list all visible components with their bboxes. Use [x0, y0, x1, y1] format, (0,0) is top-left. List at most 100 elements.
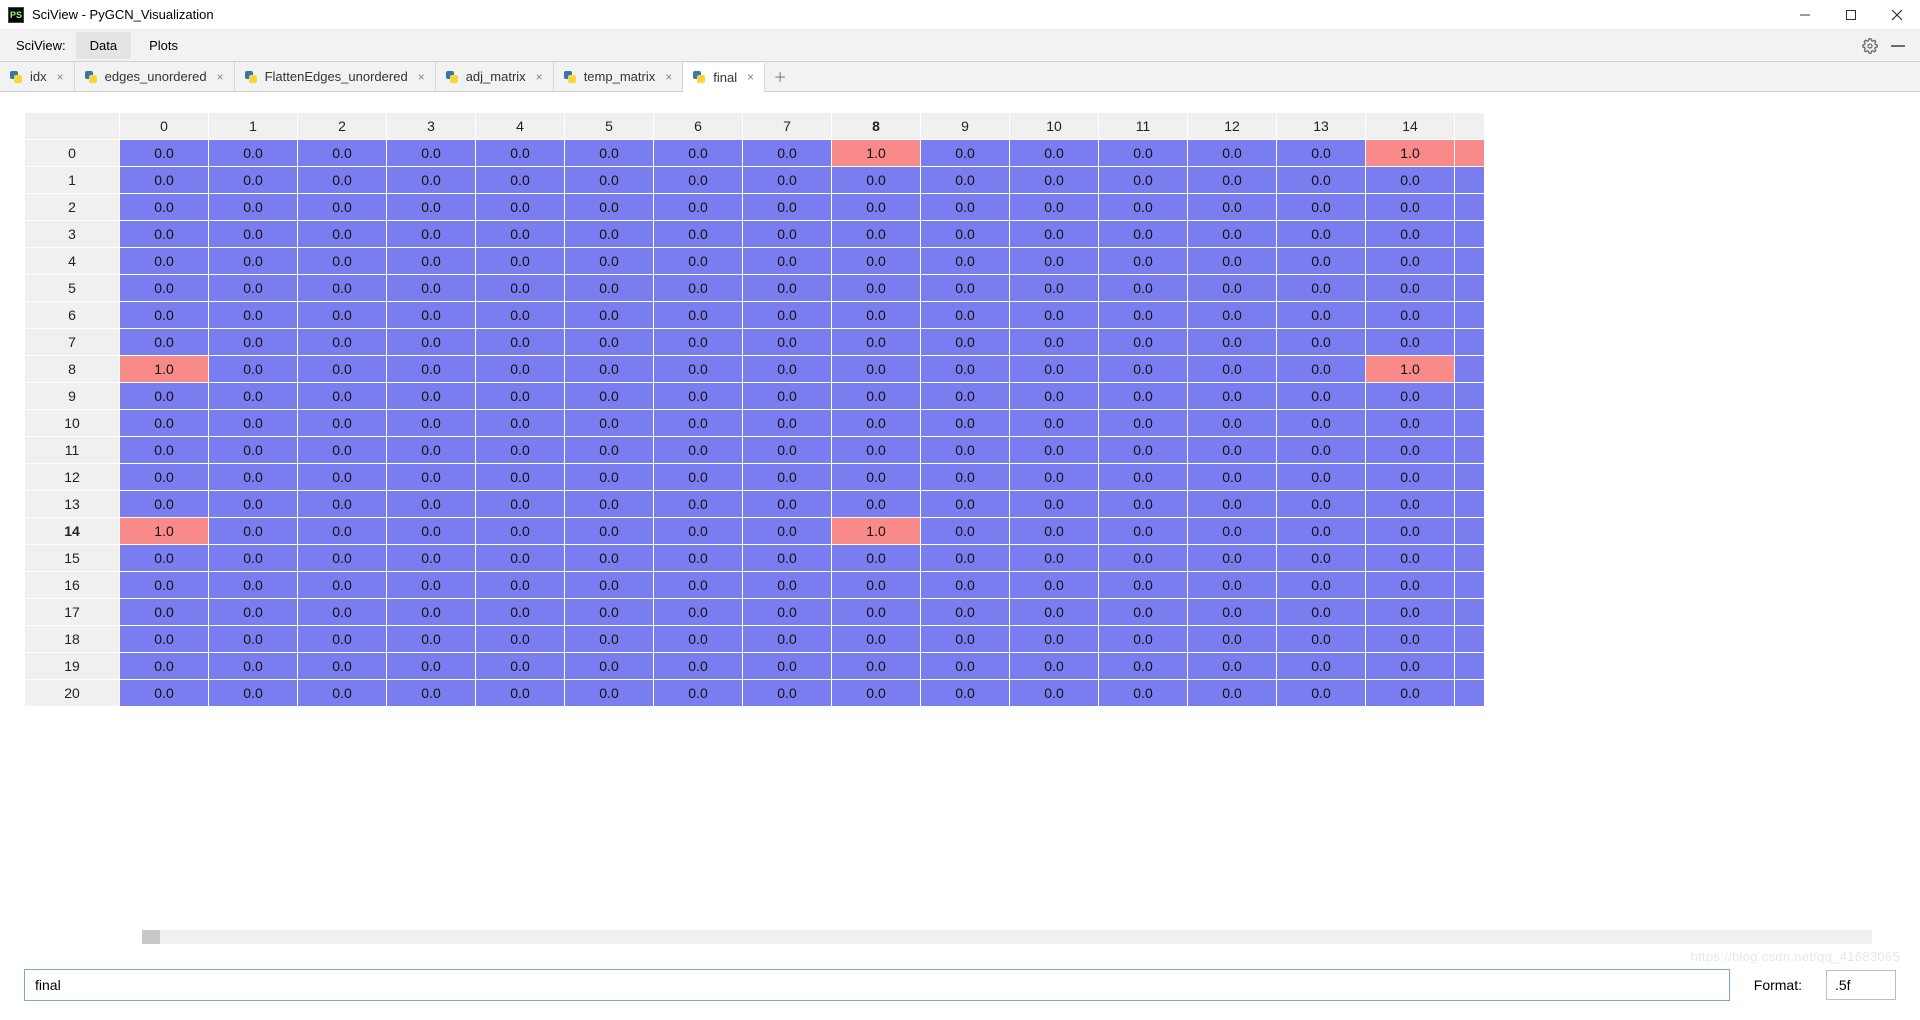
grid-cell[interactable]: 0.0 [832, 599, 921, 626]
grid-cell[interactable]: 0.0 [565, 653, 654, 680]
grid-cell[interactable]: 0.0 [743, 680, 832, 707]
grid-cell[interactable]: 0.0 [1099, 680, 1188, 707]
grid-cell[interactable]: 0.0 [565, 356, 654, 383]
close-button[interactable] [1874, 0, 1920, 30]
grid-cell[interactable]: 0.0 [1277, 329, 1366, 356]
row-header[interactable]: 1 [25, 167, 120, 194]
grid-cell[interactable]: 0.0 [654, 356, 743, 383]
grid-cell[interactable]: 0.0 [1010, 194, 1099, 221]
grid-cell[interactable]: 0.0 [1010, 275, 1099, 302]
grid-cell[interactable]: 0.0 [921, 545, 1010, 572]
grid-cell[interactable]: 0.0 [1277, 410, 1366, 437]
grid-cell[interactable]: 0.0 [120, 248, 209, 275]
column-header[interactable]: 0 [120, 113, 209, 140]
grid-cell[interactable]: 0.0 [1366, 545, 1455, 572]
grid-cell[interactable]: 0.0 [387, 545, 476, 572]
grid-cell[interactable]: 0.0 [832, 194, 921, 221]
grid-cell[interactable]: 0.0 [654, 410, 743, 437]
grid-cell[interactable]: 0.0 [832, 275, 921, 302]
grid-cell[interactable]: 0.0 [565, 464, 654, 491]
grid-cell[interactable]: 0.0 [476, 275, 565, 302]
grid-cell[interactable]: 0.0 [654, 653, 743, 680]
grid-cell[interactable]: 0.0 [476, 680, 565, 707]
grid-cell[interactable]: 0.0 [1010, 518, 1099, 545]
grid-cell[interactable]: 0.0 [387, 221, 476, 248]
grid-cell[interactable]: 0.0 [209, 410, 298, 437]
grid-cell[interactable]: 0.0 [120, 410, 209, 437]
row-header[interactable]: 11 [25, 437, 120, 464]
grid-cell[interactable]: 0.0 [654, 626, 743, 653]
grid-cell[interactable]: 0.0 [387, 680, 476, 707]
grid-cell[interactable]: 0.0 [476, 599, 565, 626]
grid-cell[interactable]: 0.0 [743, 275, 832, 302]
grid-cell[interactable]: 0.0 [832, 410, 921, 437]
grid-cell[interactable]: 0.0 [565, 329, 654, 356]
column-header[interactable]: 1 [209, 113, 298, 140]
grid-cell[interactable]: 0.0 [209, 302, 298, 329]
grid-cell[interactable]: 0.0 [387, 599, 476, 626]
grid-cell[interactable]: 0.0 [298, 383, 387, 410]
grid-cell[interactable]: 0.0 [1277, 302, 1366, 329]
grid-cell[interactable]: 0.0 [209, 464, 298, 491]
row-header[interactable]: 16 [25, 572, 120, 599]
grid-cell[interactable]: 0.0 [1010, 491, 1099, 518]
grid-cell[interactable]: 0.0 [209, 275, 298, 302]
grid-cell[interactable]: 0.0 [743, 140, 832, 167]
grid-cell[interactable]: 0.0 [654, 464, 743, 491]
grid-cell[interactable]: 0.0 [1277, 491, 1366, 518]
grid-cell[interactable]: 0.0 [1099, 221, 1188, 248]
grid-cell[interactable]: 0.0 [1366, 410, 1455, 437]
grid-cell[interactable]: 0.0 [1366, 518, 1455, 545]
grid-cell[interactable]: 0.0 [209, 545, 298, 572]
grid-cell[interactable]: 0.0 [565, 410, 654, 437]
grid-cell[interactable]: 0.0 [565, 275, 654, 302]
grid-cell[interactable]: 0.0 [1188, 410, 1277, 437]
grid-cell[interactable]: 0.0 [921, 302, 1010, 329]
grid-cell[interactable]: 0.0 [1188, 383, 1277, 410]
grid-cell[interactable]: 0.0 [832, 545, 921, 572]
grid-cell[interactable]: 0.0 [387, 167, 476, 194]
grid-cell[interactable]: 0.0 [743, 194, 832, 221]
grid-cell[interactable]: 0.0 [1277, 572, 1366, 599]
grid-cell[interactable]: 0.0 [1099, 626, 1188, 653]
grid-cell[interactable]: 0.0 [1099, 653, 1188, 680]
horizontal-scrollbar-thumb[interactable] [142, 930, 160, 944]
column-header[interactable]: 2 [298, 113, 387, 140]
grid-cell[interactable]: 1.0 [1366, 140, 1455, 167]
grid-cell[interactable]: 0.0 [298, 410, 387, 437]
grid-cell[interactable]: 0.0 [476, 383, 565, 410]
grid-cell[interactable]: 0.0 [565, 383, 654, 410]
grid-cell[interactable]: 0.0 [1277, 167, 1366, 194]
grid-cell[interactable]: 0.0 [387, 302, 476, 329]
row-header[interactable]: 6 [25, 302, 120, 329]
grid-cell[interactable]: 0.0 [1277, 653, 1366, 680]
grid-cell[interactable]: 0.0 [1188, 248, 1277, 275]
grid-cell[interactable]: 0.0 [1188, 167, 1277, 194]
grid-cell[interactable]: 0.0 [1010, 626, 1099, 653]
minimize-button[interactable] [1782, 0, 1828, 30]
grid-cell[interactable]: 0.0 [387, 140, 476, 167]
grid-cell[interactable]: 0.0 [298, 329, 387, 356]
grid-cell[interactable]: 0.0 [1188, 572, 1277, 599]
grid-cell[interactable]: 0.0 [1188, 437, 1277, 464]
grid-cell[interactable]: 0.0 [921, 248, 1010, 275]
grid-cell[interactable]: 0.0 [476, 194, 565, 221]
grid-cell[interactable]: 0.0 [1188, 194, 1277, 221]
grid-cell[interactable]: 1.0 [832, 518, 921, 545]
grid-cell[interactable]: 0.0 [921, 518, 1010, 545]
grid-cell[interactable]: 0.0 [1010, 653, 1099, 680]
grid-cell[interactable]: 0.0 [1010, 167, 1099, 194]
close-icon[interactable]: × [414, 70, 425, 84]
grid-cell[interactable]: 0.0 [1099, 356, 1188, 383]
grid-cell[interactable]: 0.0 [654, 248, 743, 275]
column-header[interactable]: 4 [476, 113, 565, 140]
close-icon[interactable]: × [213, 70, 224, 84]
grid-cell[interactable]: 0.0 [654, 329, 743, 356]
maximize-button[interactable] [1828, 0, 1874, 30]
grid-cell[interactable]: 0.0 [921, 572, 1010, 599]
grid-cell[interactable]: 0.0 [1366, 302, 1455, 329]
grid-cell[interactable]: 0.0 [1277, 599, 1366, 626]
grid-cell[interactable]: 0.0 [921, 653, 1010, 680]
grid-cell-overflow[interactable] [1455, 599, 1485, 626]
grid-cell[interactable]: 0.0 [1277, 626, 1366, 653]
